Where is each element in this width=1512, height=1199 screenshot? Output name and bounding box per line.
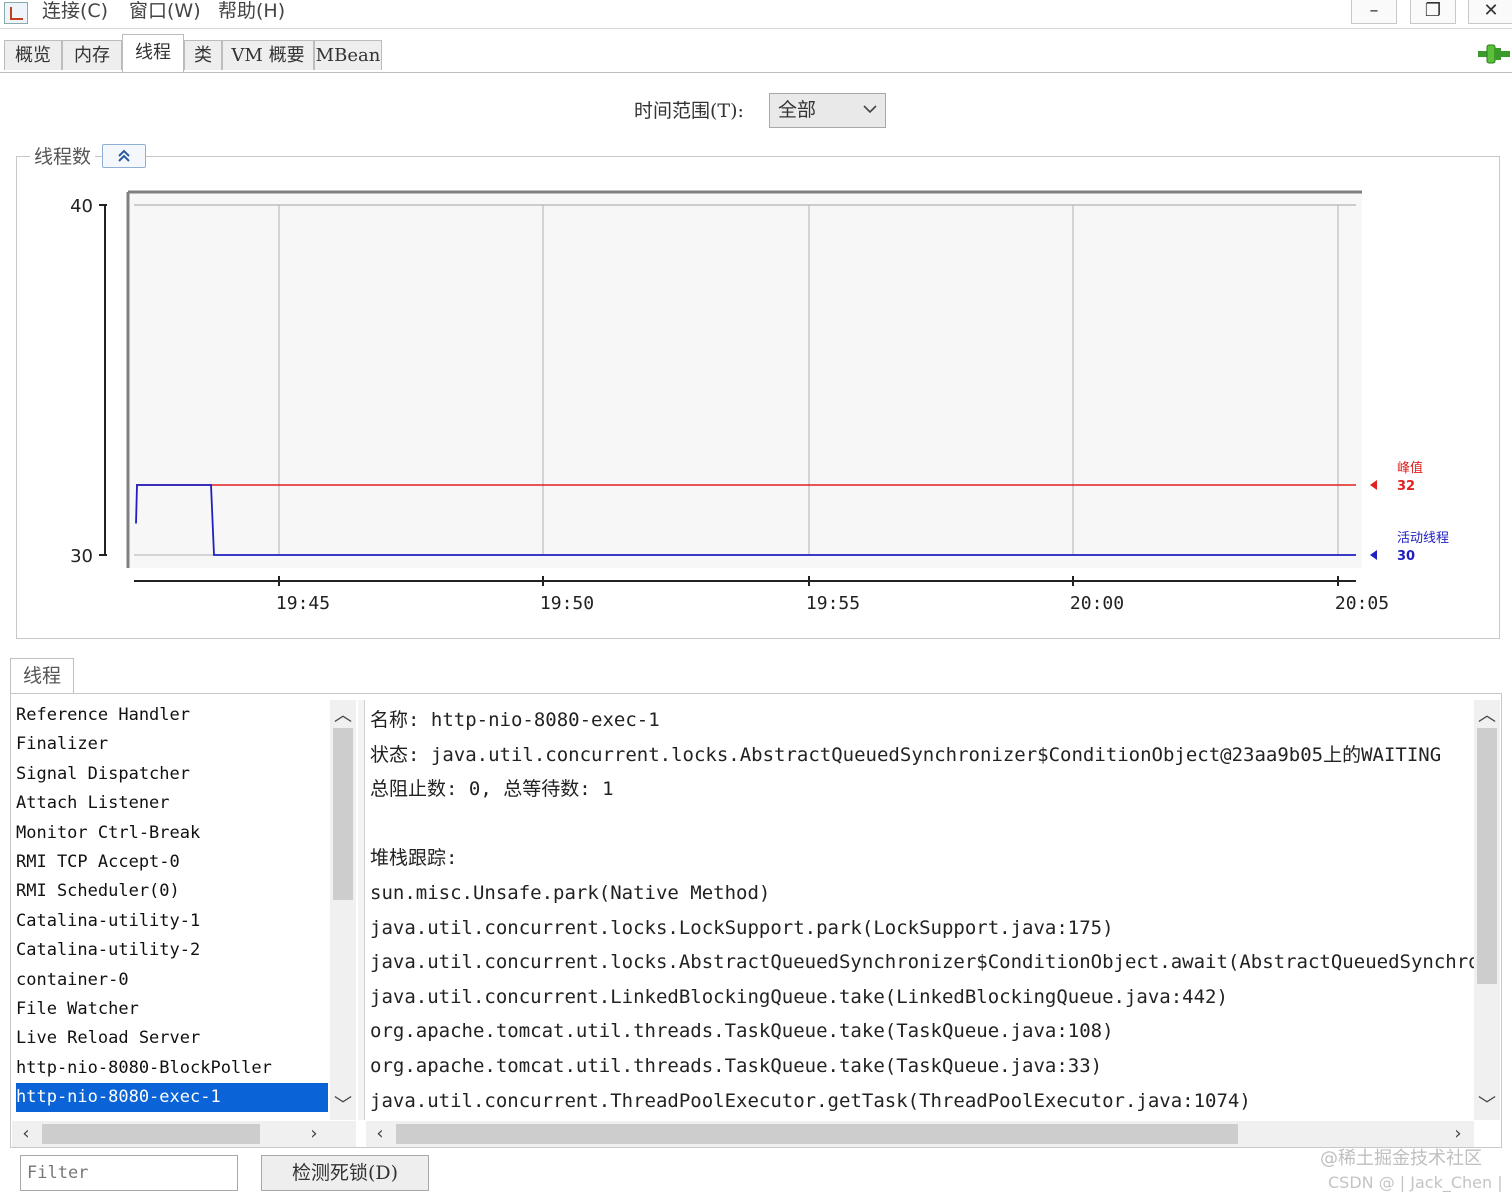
legend-series-name: 峰值	[1397, 460, 1423, 476]
legend-series-value: 30	[1397, 549, 1415, 564]
details-scroll-thumb[interactable]	[1477, 728, 1497, 984]
y-tick-label: 30	[70, 546, 93, 567]
thread-list-item[interactable]: http-nio-8080-BlockPoller	[16, 1054, 322, 1083]
thread-list-item[interactable]: Signal Dispatcher	[16, 760, 322, 789]
series-end-marker	[1370, 550, 1377, 560]
thread-count-chart: 30 40 19:45 19:50 19:55 20:00 20:05 峰值 32 活动线程 30	[70, 190, 1449, 614]
x-tick-label: 20:05	[1335, 593, 1389, 614]
thread-list-item[interactable]: Reference Handler	[16, 701, 322, 730]
thread-list-item[interactable]: RMI Scheduler(0)	[16, 877, 322, 906]
thread-filter-input[interactable]	[20, 1155, 238, 1191]
thread-detail-line: java.util.concurrent.locks.LockSupport.p…	[370, 916, 1114, 939]
x-tick-label: 20:00	[1070, 593, 1124, 614]
thread-list-item[interactable]: http-nio-8080-exec-1	[16, 1083, 328, 1113]
scroll-down-icon[interactable]: ﹀	[1477, 1096, 1497, 1116]
thread-list-scroll-thumb[interactable]	[333, 728, 353, 900]
thread-list-item[interactable]: Finalizer	[16, 730, 322, 759]
thread-list-item[interactable]: Live Reload Server	[16, 1024, 322, 1053]
watermark-text: @稀土掘金技术社区	[1320, 1148, 1482, 1169]
legend-series-name: 活动线程	[1397, 531, 1449, 546]
thread-list-item[interactable]: Monitor Ctrl-Break	[16, 819, 322, 848]
split-pane-divider[interactable]	[358, 700, 365, 1120]
scroll-right-icon[interactable]: ›	[304, 1124, 324, 1144]
plot-area	[128, 192, 1362, 568]
thread-detail-line: 堆栈跟踪:	[370, 847, 458, 870]
thread-detail-line: org.apache.tomcat.util.threads.TaskQueue…	[370, 1055, 1103, 1077]
watermark-credit: CSDN @ | Jack_Chen |	[1328, 1173, 1503, 1192]
detect-deadlock-button[interactable]: 检测死锁(D)	[261, 1155, 429, 1191]
scroll-down-icon[interactable]: ﹀	[333, 1096, 353, 1116]
thread-list-item[interactable]: File Watcher	[16, 995, 322, 1024]
scroll-left-icon[interactable]: ‹	[16, 1124, 36, 1144]
details-hscroll-thumb[interactable]	[396, 1124, 1238, 1144]
thread-detail-line: 总阻止数: 0, 总等待数: 1	[370, 778, 614, 801]
x-tick-label: 19:45	[276, 593, 330, 614]
x-tick-label: 19:55	[806, 593, 860, 614]
series-end-marker	[1370, 480, 1377, 490]
legend-series-value: 32	[1397, 479, 1415, 494]
thread-list[interactable]: Reference Handler Finalizer Signal Dispatc…	[12, 700, 330, 1120]
scroll-right-icon[interactable]: ›	[1448, 1124, 1468, 1144]
thread-detail-line: java.util.concurrent.ThreadPoolExecutor.…	[370, 1089, 1251, 1112]
scroll-left-icon[interactable]: ‹	[370, 1124, 390, 1144]
threads-section-tab[interactable]: 线程	[10, 658, 74, 694]
thread-detail-line: java.util.concurrent.locks.AbstractQueue…	[370, 951, 1474, 974]
scroll-up-icon[interactable]: ︿	[1477, 706, 1497, 726]
thread-details: 名称: http-nio-8080-exec-1 状态: java.util.co…	[366, 700, 1474, 1120]
y-tick-label: 40	[70, 196, 93, 217]
thread-detail-line: java.util.concurrent.LinkedBlockingQueue…	[370, 985, 1228, 1008]
thread-list-item[interactable]: Attach Listener	[16, 789, 322, 818]
scroll-up-icon[interactable]: ︿	[333, 706, 353, 726]
thread-list-item[interactable]: Catalina-utility-2	[16, 936, 322, 965]
thread-list-hscroll-thumb[interactable]	[42, 1124, 260, 1144]
thread-detail-line: sun.misc.Unsafe.park(Native Method)	[370, 882, 771, 904]
thread-detail-line: org.apache.tomcat.util.threads.TaskQueue…	[370, 1020, 1114, 1043]
thread-list-item[interactable]: container-0	[16, 966, 322, 995]
thread-detail-line: 名称: http-nio-8080-exec-1	[370, 709, 660, 731]
x-tick-label: 19:50	[540, 593, 594, 614]
thread-list-item[interactable]: RMI TCP Accept-0	[16, 848, 322, 877]
thread-detail-line: 状态: java.util.concurrent.locks.AbstractQ…	[370, 743, 1442, 766]
thread-list-item[interactable]: Catalina-utility-1	[16, 907, 322, 936]
